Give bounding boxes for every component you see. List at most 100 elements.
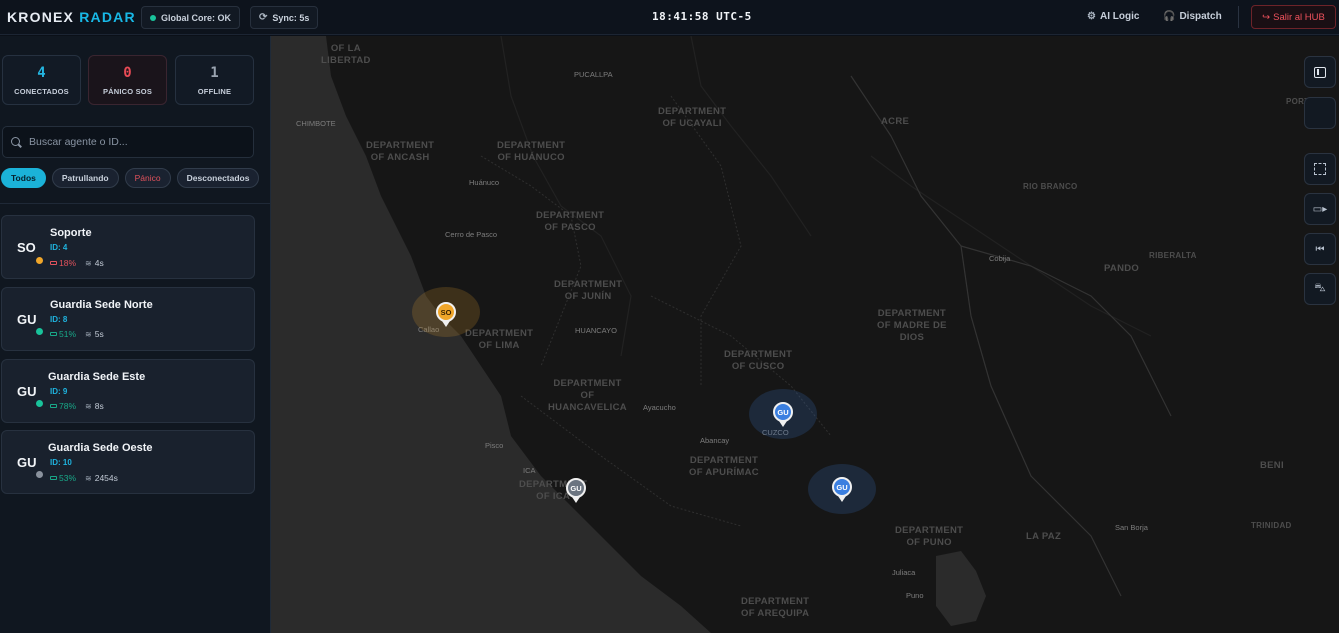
region-label: DEPARTMENT OF ANCASH <box>366 140 435 163</box>
stat-value: 0 <box>123 65 132 81</box>
signal-value: 5s <box>94 329 104 339</box>
region-label: DEPARTMENT OF LIMA <box>465 328 534 351</box>
agent-id: ID: 10 <box>50 458 72 467</box>
agent-avatar: SO <box>17 240 36 255</box>
agent-avatar: GU <box>17 312 37 327</box>
filter-panic[interactable]: Pánico <box>124 168 171 188</box>
video-button[interactable]: ▭▸ <box>1304 193 1336 225</box>
filter-patrolling[interactable]: Patrullando <box>51 168 119 188</box>
region-label: DEPARTMENT OF CUSCO <box>724 349 793 372</box>
marker-pin: GU <box>773 402 793 422</box>
city-label: Abancay <box>700 436 730 445</box>
filter-bar: Todos Patrullando Pánico Desconectados <box>1 168 260 188</box>
search-icon <box>11 136 22 148</box>
agent-id: ID: 9 <box>50 387 68 396</box>
wifi-icon: ≋ <box>85 401 92 411</box>
region-label: DEPARTMENT OF PUNO <box>895 525 964 548</box>
status-dot-icon <box>36 257 43 264</box>
sidebar-toggle-icon <box>1314 66 1326 78</box>
agent-name: Soporte <box>50 227 92 239</box>
region-label: RIBERALTA <box>1149 251 1197 260</box>
signal-indicator: ≋ 4s <box>85 258 104 268</box>
city-label: Pisco <box>485 441 504 450</box>
wifi-icon: ≋ <box>85 473 92 483</box>
dispatch-label: Dispatch <box>1179 11 1222 22</box>
rewind-icon: ⏮ <box>1315 243 1325 255</box>
sidebar-toggle-button[interactable] <box>1304 56 1336 88</box>
city-label: Huánuco <box>469 178 500 187</box>
brand-name: KRONEX <box>7 9 75 25</box>
stat-label: OFFLINE <box>197 87 232 96</box>
region-label: PANDO <box>1104 263 1140 274</box>
agent-meta: 78% ≋ 8s <box>50 401 104 411</box>
wifi-icon: ≋ <box>85 258 92 268</box>
marker-pin: GU <box>566 478 586 498</box>
battery-icon <box>50 404 57 408</box>
battery-icon <box>50 332 57 336</box>
region-label: ACRE <box>881 116 910 127</box>
city-label: ICA <box>523 466 536 475</box>
map-control-button[interactable] <box>1304 97 1336 129</box>
vehicle-button[interactable]: ⛍ <box>1304 273 1336 305</box>
gear-icon: ⚙ <box>1087 11 1096 22</box>
fit-bounds-icon <box>1314 163 1326 175</box>
region-label: DEPARTMENT OF UCAYALI <box>658 106 727 129</box>
battery-indicator: 51% <box>50 329 76 339</box>
exit-hub-button[interactable]: ↪ Salir al HUB <box>1251 5 1336 29</box>
core-status-badge: Global Core: OK <box>141 6 241 29</box>
rewind-button[interactable]: ⏮ <box>1304 233 1336 265</box>
signal-value: 4s <box>94 258 104 268</box>
stat-value: 1 <box>210 65 219 81</box>
marker-pin: GU <box>832 477 852 497</box>
exit-label: Salir al HUB <box>1273 11 1325 23</box>
filter-all[interactable]: Todos <box>1 168 46 188</box>
signal-indicator: ≋ 8s <box>85 401 104 411</box>
region-label: DEPARTMENT OF APURÍMAC <box>689 455 759 478</box>
stat-offline: 1 OFFLINE <box>175 55 254 105</box>
city-label: PUCALLPA <box>574 70 613 79</box>
filter-disconnected[interactable]: Desconectados <box>176 168 260 188</box>
clock: 18:41:58 UTC-5 <box>652 10 752 23</box>
city-label: Cobija <box>989 254 1011 263</box>
battery-icon <box>50 261 57 265</box>
agent-id: ID: 8 <box>50 315 68 324</box>
agent-name: Guardia Sede Este <box>48 371 146 383</box>
city-label: HUANCAYO <box>575 326 617 335</box>
region-label: DEPARTMENT OF MADRE DE DIOS <box>877 308 947 343</box>
signal-indicator: ≋ 2454s <box>85 473 118 483</box>
map-canvas[interactable]: OF LA LIBERTAD DEPARTMENT OF ANCASH DEPA… <box>271 36 1339 633</box>
search-box <box>2 126 254 158</box>
marker-pin: SO <box>436 302 456 322</box>
region-label: DEPARTMENT OF AREQUIPA <box>741 596 810 619</box>
agent-card[interactable]: GU Guardia Sede Oeste ID: 10 53% ≋ 2454s <box>1 430 255 494</box>
dispatch-button[interactable]: 🎧 Dispatch <box>1163 11 1222 22</box>
fit-bounds-button[interactable] <box>1304 153 1336 185</box>
battery-value: 18% <box>59 258 77 268</box>
sync-status-text: Sync: 5s <box>272 12 310 23</box>
agent-name: Guardia Sede Oeste <box>48 442 153 454</box>
stat-connected: 4 CONECTADOS <box>2 55 81 105</box>
battery-value: 78% <box>59 401 77 411</box>
city-label: Cerro de Pasco <box>445 230 498 239</box>
signal-value: 8s <box>94 401 104 411</box>
sidebar: 4 CONECTADOS 0 PÁNICO SOS 1 OFFLINE Todo… <box>0 36 271 633</box>
agent-name: Guardia Sede Norte <box>50 299 153 311</box>
agent-id: ID: 4 <box>50 243 68 252</box>
agent-card[interactable]: GU Guardia Sede Norte ID: 8 51% ≋ 5s <box>1 287 255 351</box>
city-label: Juliaca <box>892 568 916 577</box>
agent-card[interactable]: GU Guardia Sede Este ID: 9 78% ≋ 8s <box>1 359 255 423</box>
agent-avatar: GU <box>17 455 37 470</box>
battery-value: 53% <box>59 473 77 483</box>
status-dot-icon <box>36 328 43 335</box>
region-label: RIO BRANCO <box>1023 182 1078 191</box>
region-label: TRINIDAD <box>1251 521 1292 530</box>
app-logo: KRONEX RADAR <box>7 9 136 25</box>
signal-indicator: ≋ 5s <box>85 329 104 339</box>
video-icon: ▭▸ <box>1312 203 1328 215</box>
agent-card[interactable]: SO Soporte ID: 4 18% ≋ 4s <box>1 215 255 279</box>
divider <box>1238 6 1239 28</box>
ai-logic-button[interactable]: ⚙ AI Logic <box>1087 11 1139 22</box>
region-label: DEPARTMENT OF JUNÍN <box>554 279 623 302</box>
search-input[interactable] <box>29 136 239 148</box>
region-label: BENI <box>1260 460 1284 471</box>
